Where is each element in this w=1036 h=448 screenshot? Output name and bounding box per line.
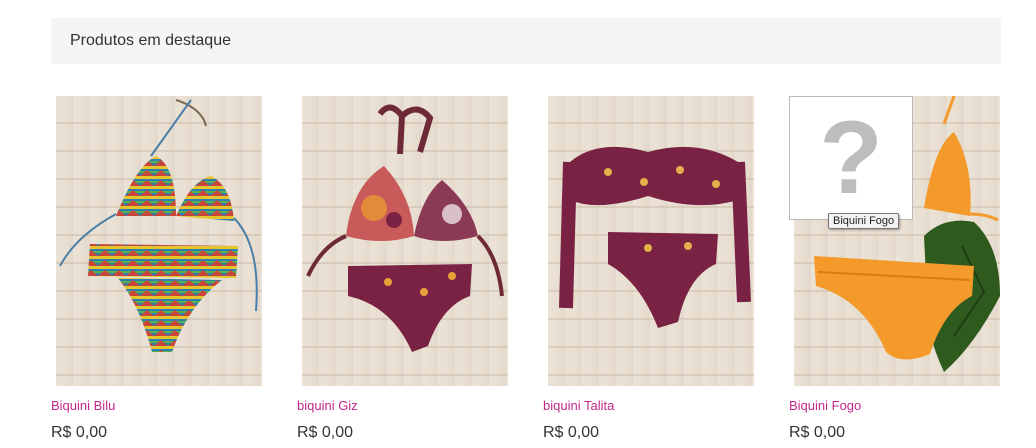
product-image[interactable] [548, 96, 754, 386]
question-mark-icon: ? [819, 100, 883, 216]
product-price: R$ 0,00 [789, 424, 846, 441]
product-name-link[interactable]: Biquini Fogo [789, 398, 861, 413]
product-name-link[interactable]: biquini Talita [543, 398, 614, 413]
product-price: R$ 0,00 [51, 424, 108, 441]
section-title: Produtos em destaque [70, 32, 231, 49]
product-price: R$ 0,00 [543, 424, 600, 441]
product-card: biquini Talita R$ 0,00 [543, 96, 754, 441]
section-header: Produtos em destaque [51, 18, 1001, 64]
product-name-link[interactable]: Biquini Bilu [51, 398, 115, 413]
product-card: Biquini Bilu R$ 0,00 [51, 96, 262, 441]
product-card: biquini Giz R$ 0,00 [297, 96, 508, 441]
product-image[interactable] [302, 96, 508, 386]
product-price: R$ 0,00 [297, 424, 354, 441]
product-image[interactable] [56, 96, 262, 386]
product-name-link[interactable]: biquini Giz [297, 398, 358, 413]
broken-image-placeholder[interactable]: ? [789, 96, 913, 220]
image-tooltip: Biquini Fogo [828, 213, 900, 229]
